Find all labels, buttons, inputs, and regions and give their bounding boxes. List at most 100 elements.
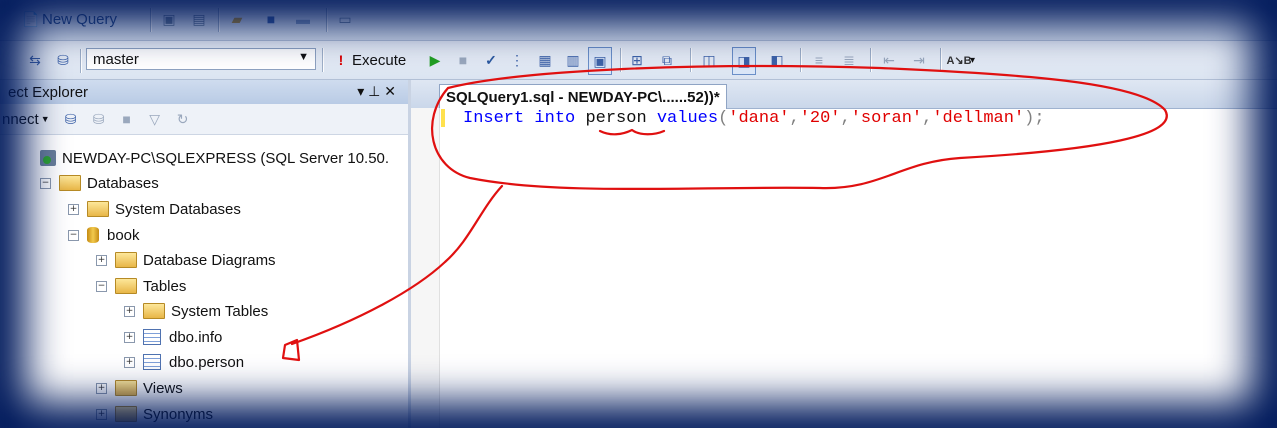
results-text-icon: ◫ [702,51,716,68]
new-query-icon: 📄 [22,10,40,27]
tab-sqlquery1[interactable]: SQLQuery1.sql - NEWDAY-PC\......52))* [439,84,727,109]
connect-dropdown[interactable]: nnect [2,111,39,128]
tree-databases-node[interactable]: − Databases [40,171,159,195]
tree-label: Databases [87,174,159,192]
stop-icon[interactable]: ■ [116,108,138,130]
chevron-down-icon[interactable]: ▼ [41,114,50,124]
tree-views-node[interactable]: + Views [96,376,183,400]
plan-icon: ⊞ [631,51,643,68]
collapse-icon[interactable]: − [96,280,107,292]
tree-dbo-info-node[interactable]: + dbo.info [124,325,222,349]
expand-icon[interactable]: + [124,305,135,317]
value-2: '20' [799,109,841,128]
connect-button[interactable]: ⇆ [24,47,46,73]
new-file-button[interactable]: ▤ [188,6,210,32]
folder-icon [143,303,165,319]
decrease-indent-button[interactable]: ⇤ [878,47,900,73]
tree-system-databases-node[interactable]: + System Databases [68,197,241,221]
expand-icon[interactable]: + [68,203,79,215]
server-label: NEWDAY-PC\SQLEXPRESS (SQL Server 10.50. [62,149,390,167]
folder-open-icon: ▰ [231,10,243,27]
tree-label: book [107,226,140,244]
open-file-button[interactable]: ▣ [158,6,180,32]
results-to-grid-button[interactable]: ▣ [588,47,612,75]
tree-synonyms-node[interactable]: + Synonyms [96,402,213,426]
estimated-plan-icon: ⋮ [510,51,524,68]
include-plan-button[interactable]: ⊞ [626,47,648,73]
save-all-button[interactable]: ▬ [292,6,314,32]
connect-server-icon[interactable]: ⛁ [60,108,82,130]
toolbar-overflow-icon[interactable]: ▾ [970,55,975,66]
display-plan-button[interactable]: ⋮ [506,47,528,73]
tree-book-node[interactable]: − book [68,223,140,247]
comment-lines-icon: ≡ [814,52,824,68]
ssms-window: 📄 New Query ▣ ▤ ▰ ■ ▬ ▭ ⇆ ⛁ master ▼ ! E… [0,0,1277,428]
object-explorer-toolbar: nnect ▼ ⛁ ⛁ ■ ▽ ↻ [0,104,408,135]
changed-line-marker [441,109,445,127]
panel-controls[interactable]: ▾ ⊥ ✕ [357,83,396,100]
new-query-button[interactable]: 📄 New Query [20,6,117,32]
table-icon [143,329,161,345]
refresh-icon[interactable]: ↻ [172,108,194,130]
database-select[interactable]: master ▼ [86,48,316,70]
open-file-icon: ▣ [162,10,176,27]
query-editor: SQLQuery1.sql - NEWDAY-PC\......52))* In… [411,80,1277,428]
collapse-icon[interactable]: − [40,177,51,189]
debug-button[interactable]: ▶ [424,47,446,73]
az-sort-icon: A↘B [946,54,972,67]
new-file-icon: ▤ [192,10,206,27]
chevron-down-icon: ▼ [298,51,309,63]
expand-icon[interactable]: + [96,254,107,266]
tree-label: Synonyms [143,405,214,423]
close-paren-semicolon: ); [1024,109,1045,128]
activity-monitor-button[interactable]: ▭ [334,6,356,32]
toolbar-separator [690,48,692,72]
tree-label: Database Diagrams [143,251,276,269]
database-select-value: master [93,50,139,68]
folder-icon [115,380,137,396]
change-connection-button[interactable]: ⛁ [52,47,74,73]
save-button[interactable]: ■ [260,6,282,32]
tree-tables-node[interactable]: − Tables [96,274,186,298]
tree-system-tables-node[interactable]: + System Tables [124,299,268,323]
keyword-insert: Insert [463,109,525,128]
specify-values-button[interactable]: A↘B ▾ [946,47,975,73]
results-grid-button[interactable]: ◨ [732,47,756,75]
results-file-button[interactable]: ◧ [766,47,788,73]
filter-icon[interactable]: ▽ [144,108,166,130]
toolbar-separator [218,8,220,32]
increase-indent-button[interactable]: ⇥ [908,47,930,73]
results-text-button[interactable]: ◫ [698,47,720,73]
expand-icon[interactable]: + [124,331,135,343]
execute-label: Execute [352,51,407,69]
uncomment-button[interactable]: ≣ [838,47,860,73]
object-explorer-panel: ect Explorer ▾ ⊥ ✕ nnect ▼ ⛁ ⛁ ■ ▽ ↻ NEW… [0,80,411,428]
results-file-icon: ▥ [566,51,580,68]
open-folder-button[interactable]: ▰ [226,6,248,32]
tree-dbo-person-node[interactable]: + dbo.person [124,350,244,374]
execute-button[interactable]: ! Execute [330,47,407,73]
comma: , [789,109,800,128]
open-paren: ( [718,109,729,128]
stop-icon: ■ [458,52,468,68]
folder-icon [59,175,81,191]
code-line-1[interactable]: Insert into person values('dana','20','s… [463,109,1045,129]
comment-button[interactable]: ≡ [808,47,830,73]
expand-icon[interactable]: + [124,356,135,368]
expand-icon[interactable]: + [96,382,107,394]
cancel-query-button[interactable]: ■ [452,47,474,73]
object-explorer-title: ect Explorer [8,83,89,101]
value-3: 'soran' [850,109,923,128]
value-4: 'dellman' [932,109,1025,128]
expand-icon[interactable]: + [96,408,107,420]
tree-label: dbo.person [169,353,245,371]
toolbar-separator [800,48,802,72]
client-stats-button[interactable]: ⧉ [656,47,678,73]
disconnect-icon[interactable]: ⛁ [88,108,110,130]
results-to-file-button[interactable]: ▥ [562,47,584,73]
collapse-icon[interactable]: − [68,229,79,241]
tree-server-node[interactable]: NEWDAY-PC\SQLEXPRESS (SQL Server 10.50. [40,146,389,170]
parse-button[interactable]: ✓ [480,47,502,73]
tree-database-diagrams-node[interactable]: + Database Diagrams [96,248,276,272]
query-designer-button[interactable]: ▦ [534,47,556,73]
